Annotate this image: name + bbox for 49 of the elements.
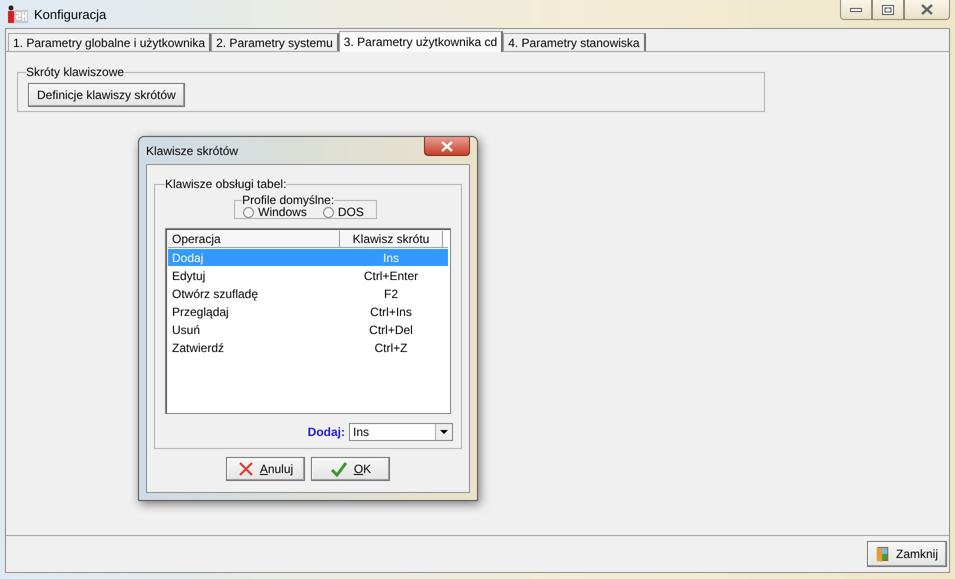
tab[interactable]: 1. Parametry globalne i użytkownika [8,33,212,51]
key-cell-text: Ctrl+Ins [369,304,413,320]
shortcut-definitions-button[interactable]: Definicje klawiszy skrótów [28,83,185,107]
maximize-icon [882,4,894,14]
shortcut-row[interactable]: Usuń Ctrl+Del [168,321,448,338]
shortcut-row[interactable]: Edytuj Ctrl+Enter [168,267,448,284]
profile-radio[interactable]: Windows [243,205,307,219]
window-title: Konfiguracja [34,6,106,22]
cancel-button[interactable]: Anuluj [226,457,305,481]
tab[interactable]: 3. Parametry użytkownika cd [338,31,504,52]
minimize-button[interactable] [840,0,872,20]
column-header[interactable]: Klawisz skrótu [340,231,443,247]
app-logo-icon [8,5,28,23]
field-label: Dodaj: [308,425,345,439]
dropdown-arrow-icon [440,430,448,434]
close-window-button[interactable]: Zamknij [867,541,947,567]
minimize-icon [850,6,862,12]
close-icon [441,140,453,152]
door-icon [876,545,890,563]
key-cell-text: F2 [382,286,399,302]
close-button[interactable] [424,137,470,156]
key-cell-text: Ctrl+Enter [362,268,420,284]
cross-icon [238,461,254,477]
shortcut-row[interactable]: Zatwierdź Ctrl+Z [168,339,448,356]
operation-cell-text: Zatwierdź [171,340,226,356]
group-title: Klawisze obsługi tabel: [165,177,286,191]
profile-radio[interactable]: DOS [322,205,364,219]
ok-button[interactable]: OK [311,457,390,481]
key-cell-text: Ctrl+Z [374,340,408,356]
operation-cell-text: Usuń [171,322,202,338]
key-cell-text: Ctrl+Del [368,322,414,338]
operation-cell-text: Edytuj [171,268,206,284]
key-dropdown[interactable]: Ins [349,423,453,441]
group-title: Profile domyślne: [242,193,334,207]
column-header[interactable]: Operacja [168,231,340,247]
tab[interactable]: 4. Parametry stanowiska [503,33,646,51]
dialog-title: Klawisze skrótów [146,144,238,158]
shortcut-row[interactable]: Przeglądaj Ctrl+Ins [168,303,448,320]
operation-cell-text: Przeglądaj [171,304,230,320]
key-cell-text: Ins [382,250,400,266]
checkmark-icon [330,461,348,477]
maximize-button[interactable] [872,0,904,20]
operation-cell-text: Otwórz szufladę [171,286,260,302]
close-button[interactable] [904,0,950,20]
group-title: Skróty klawiszowe [26,65,124,79]
tab[interactable]: 2. Parametry systemu [211,33,339,51]
operation-cell-text: Dodaj [171,250,204,266]
close-icon [921,4,933,15]
shortcut-row[interactable]: Otwórz szufladę F2 [168,285,448,302]
